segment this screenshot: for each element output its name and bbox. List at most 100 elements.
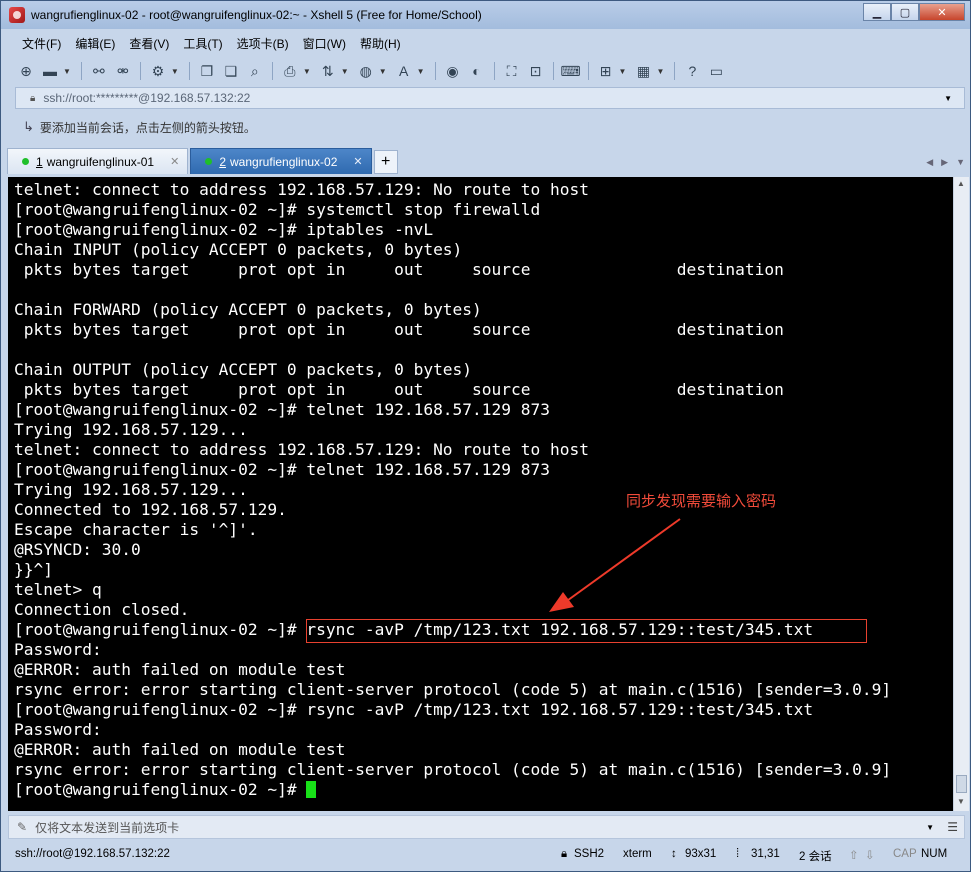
find-icon[interactable]: ⌕ (244, 61, 266, 81)
properties-icon[interactable]: ⚙ (147, 61, 169, 81)
menu-tab[interactable]: 选项卡(B) (230, 35, 296, 52)
keyboard-icon[interactable]: ⌨ (560, 61, 582, 81)
annotation-text: 同步发现需要输入密码 (626, 492, 777, 510)
xshell-app-icon (9, 7, 25, 23)
size-icon: ↕ (671, 848, 677, 860)
status-lock-icon: 🔒︎ (561, 848, 568, 860)
open-dropdown-icon[interactable]: ▼ (63, 67, 71, 76)
paste-icon[interactable]: ❏ (220, 61, 242, 81)
status-cap: CAP (893, 848, 917, 860)
copy-icon[interactable]: ❐ (196, 61, 218, 81)
tab-close-icon[interactable]: ✕ (353, 155, 362, 168)
globe-dropdown-icon[interactable]: ▼ (379, 67, 387, 76)
menu-view[interactable]: 查看(V) (122, 35, 176, 52)
lock-icon: 🔒︎ (30, 92, 36, 104)
menu-tools[interactable]: 工具(T) (176, 35, 229, 52)
toolbar-divider (434, 62, 436, 80)
toolbar-divider (674, 62, 676, 80)
tab-session-1[interactable]: 1 wangruifenglinux-01 ✕ (7, 148, 189, 174)
menu-window[interactable]: 窗口(W) (296, 35, 353, 52)
globe-icon[interactable]: ◍ (355, 61, 377, 81)
layout-dropdown-icon[interactable]: ▼ (656, 67, 664, 76)
tab-label: wangruifenglinux-01 (46, 154, 155, 169)
add-tab-dropdown-icon[interactable]: ▼ (619, 67, 627, 76)
layout-icon[interactable]: ▦ (632, 61, 654, 81)
scroll-down-icon[interactable]: ▼ (957, 797, 965, 806)
tab-label: wangrufienglinux-02 (230, 154, 338, 169)
transfer-dropdown-icon[interactable]: ▼ (341, 67, 349, 76)
tab-menu-icon[interactable]: ▼ (956, 157, 965, 168)
next-session-icon[interactable]: ⇩ (865, 848, 875, 862)
status-connection: ssh://root@192.168.57.132:22 (15, 848, 170, 860)
scroll-thumb[interactable] (956, 775, 967, 793)
prev-session-icon[interactable]: ⇧ (849, 848, 859, 862)
address-dropdown-icon[interactable]: ▼ (944, 94, 952, 103)
session-hint-bar: ↳ 要添加当前会话，点击左侧的箭头按钮。 (15, 115, 965, 139)
cursor-position-icon: ⁞ (736, 848, 740, 860)
address-text: ssh://root:*********@192.168.57.132:22 (43, 91, 251, 105)
toolbar-divider (587, 62, 589, 80)
toolbar-divider (139, 62, 141, 80)
fullscreen-icon[interactable]: ⛶ (501, 61, 523, 81)
tab-bar: 1 wangruifenglinux-01 ✕ 2 wangrufienglin… (7, 146, 969, 174)
disconnect-icon[interactable]: ⚮ (112, 61, 134, 81)
tab-next-icon[interactable]: ▶ (941, 157, 948, 168)
window-title: wangrufienglinux-02 - root@wangruifengli… (31, 8, 482, 22)
address-bar[interactable]: 🔒︎ ssh://root:*********@192.168.57.132:2… (15, 87, 965, 109)
status-size: 93x31 (685, 848, 717, 860)
font-icon[interactable]: A (393, 61, 415, 81)
arrow-button-icon[interactable]: ↳ (23, 119, 34, 135)
script-icon[interactable]: ◐ (466, 61, 488, 81)
transfer-icon[interactable]: ⇅ (317, 61, 339, 81)
print-dropdown-icon[interactable]: ▼ (303, 67, 311, 76)
toolbar-divider (552, 62, 554, 80)
terminal-area[interactable]: telnet: connect to address 192.168.57.12… (8, 177, 953, 811)
menu-bar: 文件(F) 编辑(E) 查看(V) 工具(T) 选项卡(B) 窗口(W) 帮助(… (15, 31, 408, 55)
print-icon[interactable]: ⎙ (279, 61, 301, 81)
open-folder-icon[interactable]: ▬ (39, 61, 61, 81)
menu-help[interactable]: 帮助(H) (353, 35, 408, 52)
help-icon[interactable]: ? (681, 61, 703, 81)
tab-close-icon[interactable]: ✕ (170, 155, 179, 168)
add-tab-icon[interactable]: ⊞ (595, 61, 617, 81)
tab-number: 1 (36, 154, 43, 169)
terminal-scrollbar[interactable]: ▲ ▼ (953, 177, 969, 811)
compose-bar[interactable]: ✎ 仅将文本发送到当前选项卡 ▼ ☰ (8, 815, 965, 839)
properties-dropdown-icon[interactable]: ▼ (171, 67, 179, 76)
annotation-arrow (549, 518, 681, 612)
status-sessions: 2 会话 (799, 851, 832, 863)
tab-number: 2 (219, 154, 226, 169)
tab-session-2[interactable]: 2 wangrufienglinux-02 ✕ (190, 148, 372, 174)
lock-screen-icon[interactable]: ⊡ (525, 61, 547, 81)
status-protocol: SSH2 (574, 848, 605, 860)
connect-icon[interactable]: ⚯ (88, 61, 110, 81)
window-controls: ▁ ▢ ✕ (863, 3, 965, 21)
toolbar-divider (493, 62, 495, 80)
tab-prev-icon[interactable]: ◀ (926, 157, 933, 168)
compose-dropdown-icon[interactable]: ▼ (926, 823, 934, 832)
maximize-button[interactable]: ▢ (891, 3, 919, 21)
minimize-button[interactable]: ▁ (863, 3, 891, 21)
title-bar: wangrufienglinux-02 - root@wangruifengli… (1, 1, 970, 29)
toolbar-divider (188, 62, 190, 80)
connected-status-icon (205, 158, 213, 165)
scroll-up-icon[interactable]: ▲ (957, 179, 965, 188)
new-session-icon[interactable]: ⊕ (15, 61, 37, 81)
toolbar: ⊕ ▬ ▼ ⚯ ⚮ ⚙ ▼ ❐ ❏ ⌕ ⎙ ▼ ⇅ ▼ ◍ ▼ A ▼ ◉ ◐ ⛶ ⊡ ⌨ … (15, 58, 967, 84)
add-tab-button[interactable]: + (373, 150, 398, 174)
xshell-window: wangrufienglinux-02 - root@wangruifengli… (0, 0, 971, 872)
menu-file[interactable]: 文件(F) (15, 35, 68, 52)
status-bar: ssh://root@192.168.57.132:22 🔒︎ SSH2 xte… (1, 843, 970, 871)
menu-edit[interactable]: 编辑(E) (68, 35, 122, 52)
xftp-icon[interactable]: ◉ (442, 61, 464, 81)
session-hint-text: 要添加当前会话，点击左侧的箭头按钮。 (39, 120, 256, 135)
connected-status-icon (22, 158, 29, 165)
toolbar-divider (271, 62, 273, 80)
status-term: xterm (623, 848, 652, 860)
compose-menu-icon[interactable]: ☰ (947, 820, 958, 834)
toolbar-divider (80, 62, 82, 80)
font-dropdown-icon[interactable]: ▼ (417, 67, 425, 76)
compose-text: 仅将文本发送到当前选项卡 (35, 820, 180, 835)
chat-icon[interactable]: ▭ (705, 61, 727, 81)
close-button[interactable]: ✕ (919, 3, 965, 21)
